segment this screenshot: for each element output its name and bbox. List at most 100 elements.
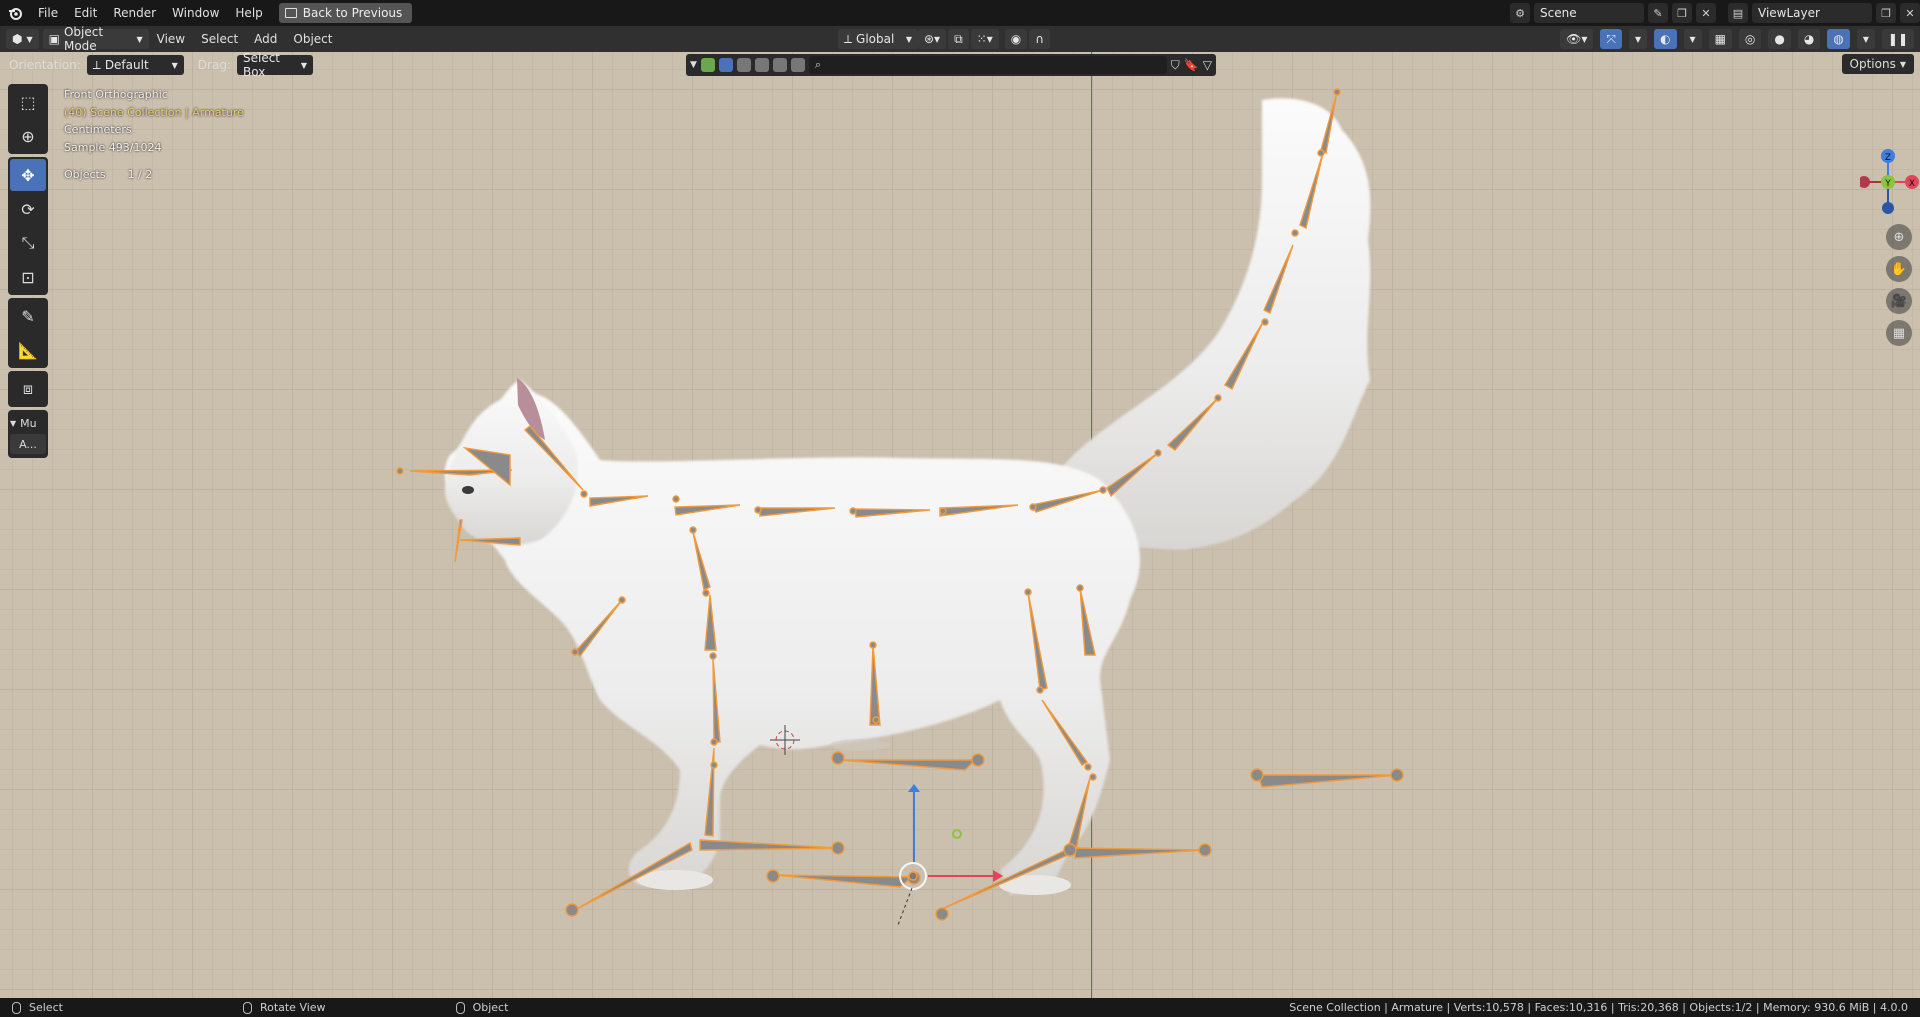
objects-count: 1 / 2 xyxy=(127,168,153,181)
proportional-edit-icon[interactable]: ◉ xyxy=(1004,29,1028,49)
tool-group-transform: ✥ ⟳ ⤡ ⊡ xyxy=(8,157,48,295)
rotate-tool-icon[interactable]: ⟳ xyxy=(10,193,46,225)
visibility-icon[interactable]: 👁▾ xyxy=(1560,29,1594,49)
viewport-shading-group: 👁▾ ⤧ ▾ ◐ ▾ ▦ ◎ ● ◕ ◍ ▾ ❚❚ xyxy=(1556,29,1914,49)
ortho-grid-icon[interactable]: ▦ xyxy=(1886,320,1912,346)
pivot-point-icon[interactable]: ⊛▾ xyxy=(918,29,947,49)
camera-view-icon[interactable]: 🎥 xyxy=(1886,288,1912,314)
orientation-dropdown[interactable]: ⟂ Default ▼ xyxy=(86,55,184,75)
objects-stats: Objects 1 / 2 xyxy=(64,168,152,181)
render-sample: Sample 493/1024 xyxy=(64,140,162,154)
3d-viewport[interactable]: Orientation: ⟂ Default ▼ Drag: Select Bo… xyxy=(0,52,1920,998)
cat-scene xyxy=(396,88,1404,926)
mouse-right-icon xyxy=(455,1001,465,1014)
transform-orientation-dropdown[interactable]: ⟂ Global ▼ xyxy=(838,29,918,49)
pause-render-icon[interactable]: ❚❚ xyxy=(1881,29,1914,49)
zoom-icon[interactable]: ⊕ xyxy=(1886,224,1912,250)
header-menu-add[interactable]: Add xyxy=(246,32,285,46)
view-name: Front Orthographic xyxy=(64,88,168,101)
status-object: Object xyxy=(455,1001,508,1014)
pin-icon[interactable]: ✎ xyxy=(1648,3,1668,23)
tool-panel-button[interactable]: A... xyxy=(10,434,46,454)
shading-dropdown-icon[interactable]: ▾ xyxy=(1856,29,1875,49)
view-layer-browse-icon[interactable]: ▤ xyxy=(1728,3,1748,23)
header-menu-object[interactable]: Object xyxy=(285,32,340,46)
scene-selector-group: ⚙ Scene ✎ ❐ ✕ ▤ ViewLayer ❐ ✕ xyxy=(1510,3,1920,23)
viewport-header: ⬢ ▼ ▣ Object Mode ▼ View Select Add Objec… xyxy=(0,25,1920,53)
delete-scene-icon[interactable]: ✕ xyxy=(1696,3,1716,23)
mode-dropdown[interactable]: ▣ Object Mode ▼ xyxy=(42,25,149,53)
funnel-icon[interactable]: ⛉ xyxy=(1171,58,1180,73)
menu-edit[interactable]: Edit xyxy=(66,0,105,26)
blender-logo-icon[interactable] xyxy=(0,0,30,26)
back-to-previous-button[interactable]: Back to Previous xyxy=(278,3,413,23)
menu-render[interactable]: Render xyxy=(105,0,164,26)
overlay-dropdown-icon[interactable]: ▾ xyxy=(1683,29,1702,49)
new-view-layer-icon[interactable]: ❐ xyxy=(1876,3,1896,23)
linked-filter-icon[interactable] xyxy=(790,58,805,72)
collection-path: (40) Scene Collection | Armature xyxy=(64,105,244,119)
overlay-toggle-icon[interactable]: ◐ xyxy=(1654,29,1677,49)
transform-tool-icon[interactable]: ⊡ xyxy=(10,261,46,293)
pan-hand-icon[interactable]: ✋ xyxy=(1886,256,1912,282)
material-filter-icon[interactable] xyxy=(736,58,751,72)
navigation-buttons: ⊕ ✋ 🎥 ▦ xyxy=(1886,224,1912,346)
annotate-tool-icon[interactable]: ✎ xyxy=(10,300,46,332)
scene-filter-icon[interactable] xyxy=(772,58,787,72)
scene-name-field[interactable]: Scene xyxy=(1534,3,1644,23)
chevron-down-icon: ▼ xyxy=(905,34,912,44)
chevron-down-icon[interactable]: ▼ xyxy=(690,60,697,70)
header-menu-select[interactable]: Select xyxy=(193,32,246,46)
gizmo-x-label: X xyxy=(1909,179,1915,189)
options-label: Options xyxy=(1849,57,1896,71)
options-dropdown[interactable]: Options ▼ xyxy=(1841,54,1914,74)
gizmo-toggle-icon[interactable]: ⤧ xyxy=(1600,29,1623,49)
solid-shading-icon[interactable]: ● xyxy=(1768,29,1791,49)
view-layer-field[interactable]: ViewLayer xyxy=(1752,3,1872,23)
bookmark-icon[interactable]: 🔖 xyxy=(1184,58,1199,72)
scene-browse-icon[interactable]: ⚙ xyxy=(1510,3,1530,23)
snap-target-icon[interactable]: ⁙▾ xyxy=(970,29,999,49)
new-scene-icon[interactable]: ❐ xyxy=(1672,3,1692,23)
header-menu-view[interactable]: View xyxy=(149,32,193,46)
collection-filter-icon[interactable] xyxy=(700,58,715,72)
drag-dropdown[interactable]: Select Box ▼ xyxy=(236,52,313,79)
wireframe-shading-icon[interactable]: ◎ xyxy=(1738,29,1762,49)
snapping-group: ⊛▾ ⧉ ⁙▾ ◉ ∩ xyxy=(918,29,1051,49)
editor-type-button[interactable]: ⬢ ▼ xyxy=(6,29,39,49)
add-cube-tool-icon[interactable]: ⧈ xyxy=(10,373,46,405)
chevron-down-icon: ▼ xyxy=(300,60,307,70)
status-rotate-label: Rotate View xyxy=(259,1001,326,1014)
menu-window[interactable]: Window xyxy=(164,0,227,26)
material-shading-icon[interactable]: ◕ xyxy=(1797,29,1821,49)
tool-group-select: ⬚ ⊕ xyxy=(8,84,48,154)
menu-help[interactable]: Help xyxy=(227,0,270,26)
orientation-icon: ⟂ xyxy=(844,31,853,46)
cursor-tool-icon[interactable]: ⊕ xyxy=(10,120,46,152)
tool-group-annotate: ✎ 📐 xyxy=(8,298,48,368)
tool-panel-header[interactable]: ▼ Mu xyxy=(10,414,46,432)
tool-panel-label: Mu xyxy=(20,416,37,430)
select-box-tool-icon[interactable]: ⬚ xyxy=(10,86,46,118)
search-input[interactable]: ⌕ xyxy=(808,56,1167,74)
menu-file[interactable]: File xyxy=(30,0,66,26)
status-bar: Select Rotate View Object Scene Collecti… xyxy=(0,998,1920,1017)
world-filter-icon[interactable] xyxy=(754,58,769,72)
falloff-icon[interactable]: ∩ xyxy=(1029,29,1051,49)
rendered-shading-icon[interactable]: ◍ xyxy=(1827,29,1850,49)
scale-tool-icon[interactable]: ⤡ xyxy=(10,227,46,259)
gizmo-dropdown-icon[interactable]: ▾ xyxy=(1629,29,1648,49)
snap-icon[interactable]: ⧉ xyxy=(948,29,969,49)
search-icon: ⌕ xyxy=(814,58,822,71)
viewport-search-bar: ▼ ⌕ ⛉ 🔖 ▽ xyxy=(686,54,1216,76)
cat-eye xyxy=(462,486,474,494)
scene-statistics: Scene Collection | Armature | Verts:10,5… xyxy=(1289,1001,1908,1014)
drag-label: Drag: xyxy=(197,58,231,72)
mouse-middle-icon xyxy=(242,1001,252,1014)
move-tool-icon[interactable]: ✥ xyxy=(10,159,46,191)
delete-view-layer-icon[interactable]: ✕ xyxy=(1900,3,1920,23)
measure-tool-icon[interactable]: 📐 xyxy=(10,334,46,366)
filter-icon[interactable]: ▽ xyxy=(1203,58,1212,72)
xray-icon[interactable]: ▦ xyxy=(1708,29,1732,49)
object-filter-icon[interactable] xyxy=(718,58,733,72)
